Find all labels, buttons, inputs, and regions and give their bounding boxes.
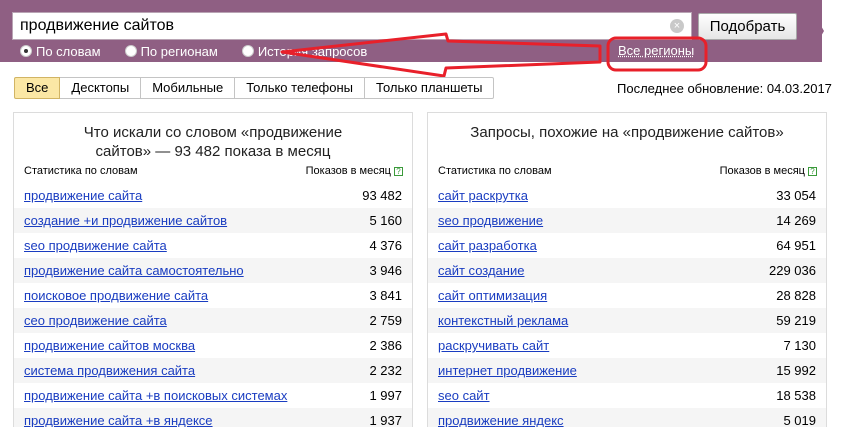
right-results-panel: Запросы, похожие на «продвижение сайтов»… xyxy=(427,112,827,427)
tab-all[interactable]: Все xyxy=(14,77,61,99)
radio-unchecked-icon xyxy=(124,45,137,57)
table-row: продвижение яндекс 5 019 xyxy=(428,408,826,427)
radio-label: По регионам xyxy=(140,43,218,59)
impressions-count: 3 946 xyxy=(369,263,402,278)
radio-by-regions[interactable]: По регионам xyxy=(124,43,218,59)
keyword-link[interactable]: сайт оптимизация xyxy=(438,288,547,303)
keyword-link[interactable]: сео продвижение сайта xyxy=(24,313,167,328)
radio-history[interactable]: История запросов xyxy=(241,43,368,59)
impressions-count: 4 376 xyxy=(369,238,402,253)
table-row: сео продвижение сайта 2 759 xyxy=(14,308,412,333)
submit-button[interactable]: Подобрать xyxy=(698,13,797,40)
keyword-link[interactable]: seo продвижение xyxy=(438,213,543,228)
impressions-count: 5 019 xyxy=(783,413,816,427)
radio-label: По словам xyxy=(36,43,101,59)
table-row: сайт создание 229 036 xyxy=(428,258,826,283)
column-header-count: Показов в месяц ? xyxy=(306,165,403,177)
keyword-link[interactable]: продвижение сайта +в яндексе xyxy=(24,413,213,427)
keyword-link[interactable]: контекстный реклама xyxy=(438,313,568,328)
keyword-link[interactable]: seo продвижение сайта xyxy=(24,238,167,253)
impressions-count: 2 232 xyxy=(369,363,402,378)
tab-tablets-only[interactable]: Только планшеты xyxy=(365,77,495,99)
table-row: раскручивать сайт 7 130 xyxy=(428,333,826,358)
impressions-count: 7 130 xyxy=(783,338,816,353)
keyword-link[interactable]: сайт создание xyxy=(438,263,524,278)
panel-title: Запросы, похожие на «продвижение сайтов» xyxy=(470,124,784,141)
results-list: сайт раскрутка 33 054 seo продвижение 14 26… xyxy=(428,183,826,427)
table-row: продвижение сайта +в поисковых системах 1… xyxy=(14,383,412,408)
radio-label: История запросов xyxy=(257,43,368,59)
tab-desktops[interactable]: Десктопы xyxy=(60,77,142,99)
tab-mobile[interactable]: Мобильные xyxy=(141,77,236,99)
keyword-link[interactable]: продвижение яндекс xyxy=(438,413,564,427)
clear-icon[interactable]: × xyxy=(670,19,684,33)
table-row: seo сайт 18 538 xyxy=(428,383,826,408)
impressions-count: 5 160 xyxy=(369,213,402,228)
radio-by-words[interactable]: По словам xyxy=(20,44,101,59)
keyword-link[interactable]: система продвижения сайта xyxy=(24,363,195,378)
keyword-link[interactable]: продвижение сайта +в поисковых системах xyxy=(24,388,287,403)
impressions-count: 15 992 xyxy=(776,363,816,378)
mode-radio-group: По словам По регионам История запросов xyxy=(20,42,391,60)
keyword-link[interactable]: интернет продвижение xyxy=(438,363,577,378)
results-list: продвижение сайта 93 482 создание +и продв… xyxy=(14,183,412,427)
keyword-link[interactable]: создание +и продвижение сайтов xyxy=(24,213,227,228)
header-arrow-tip xyxy=(806,0,824,62)
table-row: интернет продвижение 15 992 xyxy=(428,358,826,383)
panel-title: Что искали со словом «продвижение сайтов… xyxy=(83,124,343,160)
impressions-count: 14 269 xyxy=(776,213,816,228)
impressions-count: 1 937 xyxy=(369,413,402,427)
column-header-keyword: Статистика по словам xyxy=(24,165,138,177)
keyword-link[interactable]: поисковое продвижение сайта xyxy=(24,288,208,303)
table-row: продвижение сайта 93 482 xyxy=(14,183,412,208)
impressions-count: 2 759 xyxy=(369,313,402,328)
table-row: сайт оптимизация 28 828 xyxy=(428,283,826,308)
radio-checked-icon xyxy=(20,45,32,57)
impressions-count: 2 386 xyxy=(369,338,402,353)
tab-phones-only[interactable]: Только телефоны xyxy=(235,77,366,99)
impressions-count: 33 054 xyxy=(776,188,816,203)
table-row: продвижение сайта самостоятельно 3 946 xyxy=(14,258,412,283)
table-row: сайт разработка 64 951 xyxy=(428,233,826,258)
column-header-keyword: Статистика по словам xyxy=(438,165,552,177)
table-row: seo продвижение 14 269 xyxy=(428,208,826,233)
table-row: создание +и продвижение сайтов 5 160 xyxy=(14,208,412,233)
left-results-panel: Что искали со словом «продвижение сайтов… xyxy=(13,112,413,427)
table-row: поисковое продвижение сайта 3 841 xyxy=(14,283,412,308)
table-row: продвижение сайта +в яндексе 1 937 xyxy=(14,408,412,427)
keyword-link[interactable]: продвижение сайта самостоятельно xyxy=(24,263,244,278)
impressions-count: 3 841 xyxy=(369,288,402,303)
table-row: система продвижения сайта 2 232 xyxy=(14,358,412,383)
keyword-link[interactable]: сайт раскрутка xyxy=(438,188,528,203)
impressions-count: 1 997 xyxy=(369,388,402,403)
last-update-text: Последнее обновление: 04.03.2017 xyxy=(617,81,832,96)
keyword-link[interactable]: продвижение сайта xyxy=(24,188,142,203)
radio-unchecked-icon xyxy=(241,45,254,57)
keyword-link[interactable]: seo сайт xyxy=(438,388,490,403)
search-input[interactable] xyxy=(20,17,660,35)
search-box: × xyxy=(12,12,692,40)
device-tabs: Все Десктопы Мобильные Только телефоны Т… xyxy=(14,77,495,99)
column-header-label: Показов в месяц xyxy=(305,165,391,177)
keyword-link[interactable]: сайт разработка xyxy=(438,238,537,253)
table-row: сайт раскрутка 33 054 xyxy=(428,183,826,208)
help-icon[interactable]: ? xyxy=(394,166,403,176)
table-row: продвижение сайтов москва 2 386 xyxy=(14,333,412,358)
impressions-count: 59 219 xyxy=(776,313,816,328)
impressions-count: 28 828 xyxy=(776,288,816,303)
keyword-link[interactable]: раскручивать сайт xyxy=(438,338,549,353)
table-row: seo продвижение сайта 4 376 xyxy=(14,233,412,258)
help-icon[interactable]: ? xyxy=(808,166,817,176)
column-header-label: Показов в месяц xyxy=(719,165,805,177)
all-regions-link[interactable]: Все регионы xyxy=(618,43,694,58)
impressions-count: 93 482 xyxy=(362,188,402,203)
impressions-count: 18 538 xyxy=(776,388,816,403)
column-header-count: Показов в месяц ? xyxy=(720,165,817,177)
keyword-link[interactable]: продвижение сайтов москва xyxy=(24,338,195,353)
impressions-count: 64 951 xyxy=(776,238,816,253)
table-row: контекстный реклама 59 219 xyxy=(428,308,826,333)
impressions-count: 229 036 xyxy=(769,263,816,278)
